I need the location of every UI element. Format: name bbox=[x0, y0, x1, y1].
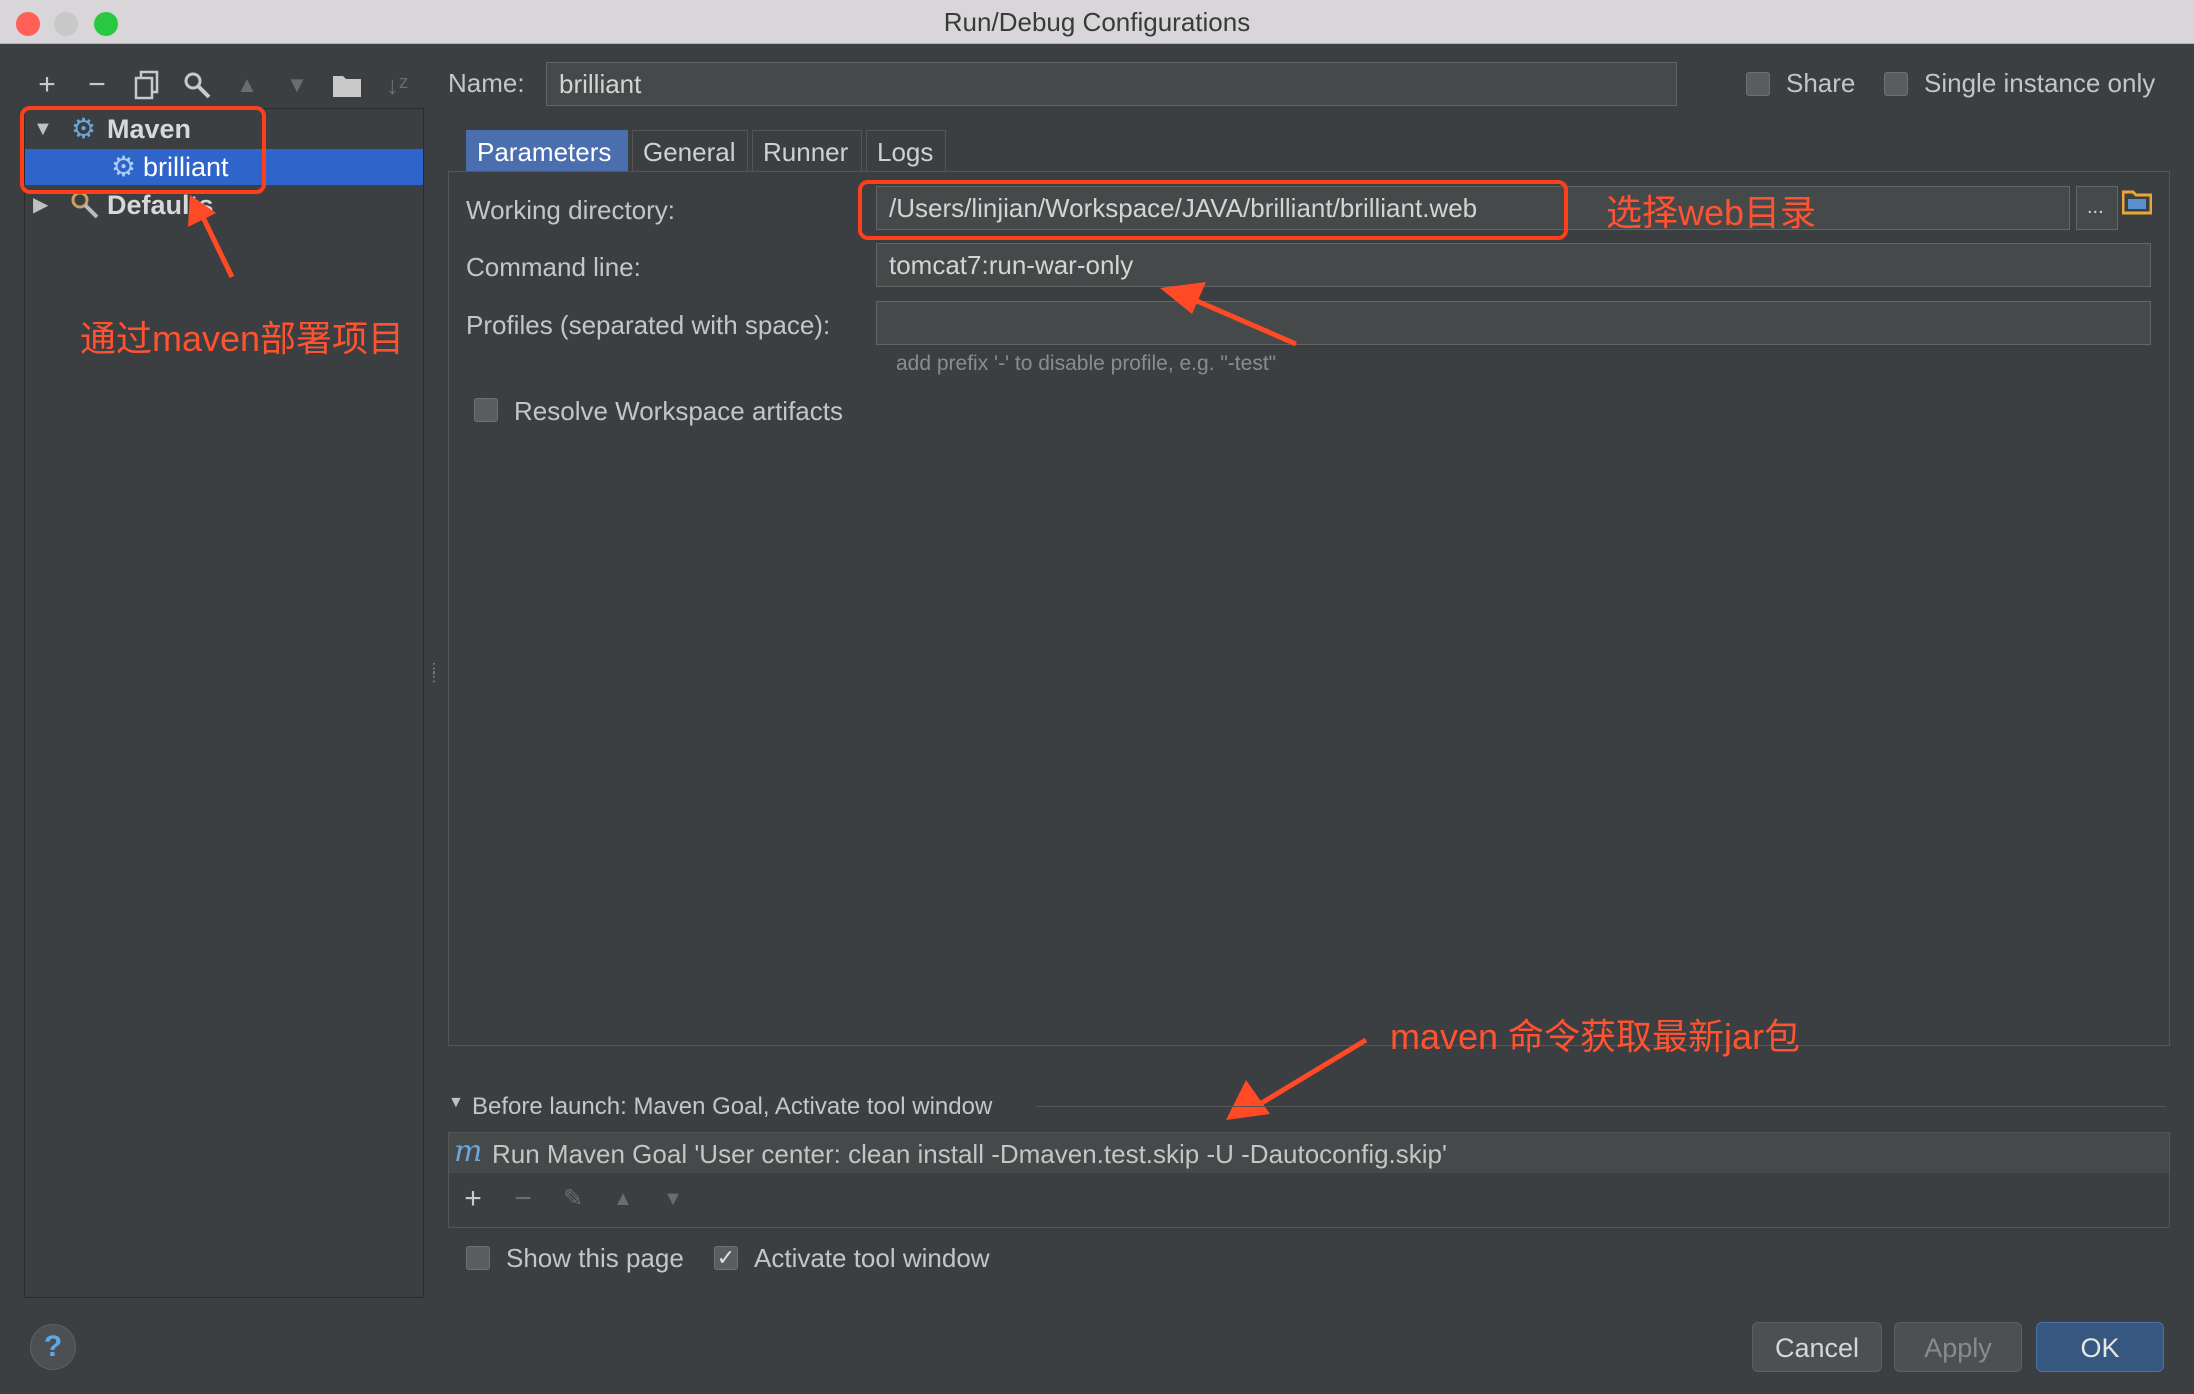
folder-icon[interactable] bbox=[2121, 188, 2153, 221]
tab-logs[interactable]: Logs bbox=[866, 130, 946, 172]
tab-parameters[interactable]: Parameters bbox=[466, 130, 628, 172]
single-instance-checkbox[interactable] bbox=[1884, 72, 1908, 96]
working-dir-label: Working directory: bbox=[466, 195, 676, 225]
resolve-workspace-label: Resolve Workspace artifacts bbox=[514, 396, 843, 426]
command-line-input[interactable]: tomcat7:run-war-only bbox=[876, 243, 2151, 287]
maven-goal-icon: m bbox=[454, 1134, 483, 1169]
sort-icon[interactable]: ↓ᶻ bbox=[380, 68, 414, 102]
annotation-box-working-dir bbox=[858, 180, 1568, 240]
single-instance-label: Single instance only bbox=[1924, 68, 2156, 98]
name-label: Name: bbox=[448, 68, 525, 98]
show-page-checkbox[interactable] bbox=[466, 1246, 490, 1270]
activate-tool-window-label: Activate tool window bbox=[754, 1243, 990, 1273]
move-up-icon[interactable]: ▲ bbox=[606, 1182, 640, 1216]
share-label: Share bbox=[1786, 68, 1856, 98]
activate-tool-window-checkbox[interactable]: ✓ bbox=[714, 1246, 738, 1270]
move-down-icon[interactable]: ▼ bbox=[656, 1182, 690, 1216]
share-checkbox[interactable] bbox=[1746, 72, 1770, 96]
remove-icon[interactable]: − bbox=[80, 68, 114, 102]
window-title: Run/Debug Configurations bbox=[943, 7, 1251, 37]
help-button[interactable]: ? bbox=[30, 1324, 76, 1370]
annotation-maven-note: 通过maven部署项目 bbox=[80, 318, 405, 359]
annotation-goal-note: maven 命令获取最新jar包 bbox=[1390, 1016, 1801, 1057]
folder-icon[interactable] bbox=[330, 68, 364, 102]
before-launch-header: Before launch: Maven Goal, Activate tool… bbox=[472, 1093, 993, 1120]
command-line-label: Command line: bbox=[466, 252, 641, 282]
wrench-icon bbox=[69, 189, 101, 228]
annotation-web-dir-note: 选择web目录 bbox=[1606, 192, 1817, 233]
annotation-arrow-maven bbox=[188, 195, 235, 279]
cancel-button[interactable]: Cancel bbox=[1752, 1322, 1882, 1372]
collapse-triangle-icon[interactable]: ▼ bbox=[448, 1094, 464, 1112]
move-up-icon[interactable]: ▲ bbox=[230, 68, 264, 102]
name-input[interactable]: brilliant bbox=[546, 62, 1677, 106]
remove-icon[interactable]: − bbox=[506, 1182, 540, 1216]
browse-button[interactable]: ... bbox=[2076, 186, 2118, 230]
tab-runner[interactable]: Runner bbox=[752, 130, 862, 172]
resolve-workspace-checkbox[interactable] bbox=[474, 398, 498, 422]
annotation-box-maven bbox=[20, 106, 266, 194]
add-icon[interactable]: + bbox=[30, 68, 64, 102]
ok-button[interactable]: OK bbox=[2036, 1322, 2164, 1372]
annotation-arrow-command bbox=[1160, 282, 1297, 347]
add-icon[interactable]: + bbox=[456, 1182, 490, 1216]
tab-general[interactable]: General bbox=[632, 130, 748, 172]
move-down-icon[interactable]: ▼ bbox=[280, 68, 314, 102]
edit-defaults-icon[interactable] bbox=[180, 68, 214, 102]
profiles-input[interactable] bbox=[876, 301, 2151, 345]
profiles-label: Profiles (separated with space): bbox=[466, 310, 831, 340]
title-bar: Run/Debug Configurations bbox=[0, 0, 2194, 44]
configuration-tree: ▼ ⚙ Maven ⚙ brilliant ▶ Defaults bbox=[24, 108, 424, 1298]
annotation-arrow-goal bbox=[1226, 1037, 1368, 1120]
splitter-handle[interactable]: ⋮ ⋮ bbox=[427, 661, 441, 696]
before-launch-task: Run Maven Goal 'User center: clean insta… bbox=[492, 1139, 1447, 1169]
edit-icon[interactable]: ✎ bbox=[556, 1182, 590, 1216]
apply-button[interactable]: Apply bbox=[1894, 1322, 2022, 1372]
divider bbox=[1036, 1106, 2166, 1107]
show-page-label: Show this page bbox=[506, 1243, 684, 1273]
copy-icon[interactable] bbox=[130, 68, 164, 102]
profiles-hint: add prefix '-' to disable profile, e.g. … bbox=[896, 352, 1277, 375]
